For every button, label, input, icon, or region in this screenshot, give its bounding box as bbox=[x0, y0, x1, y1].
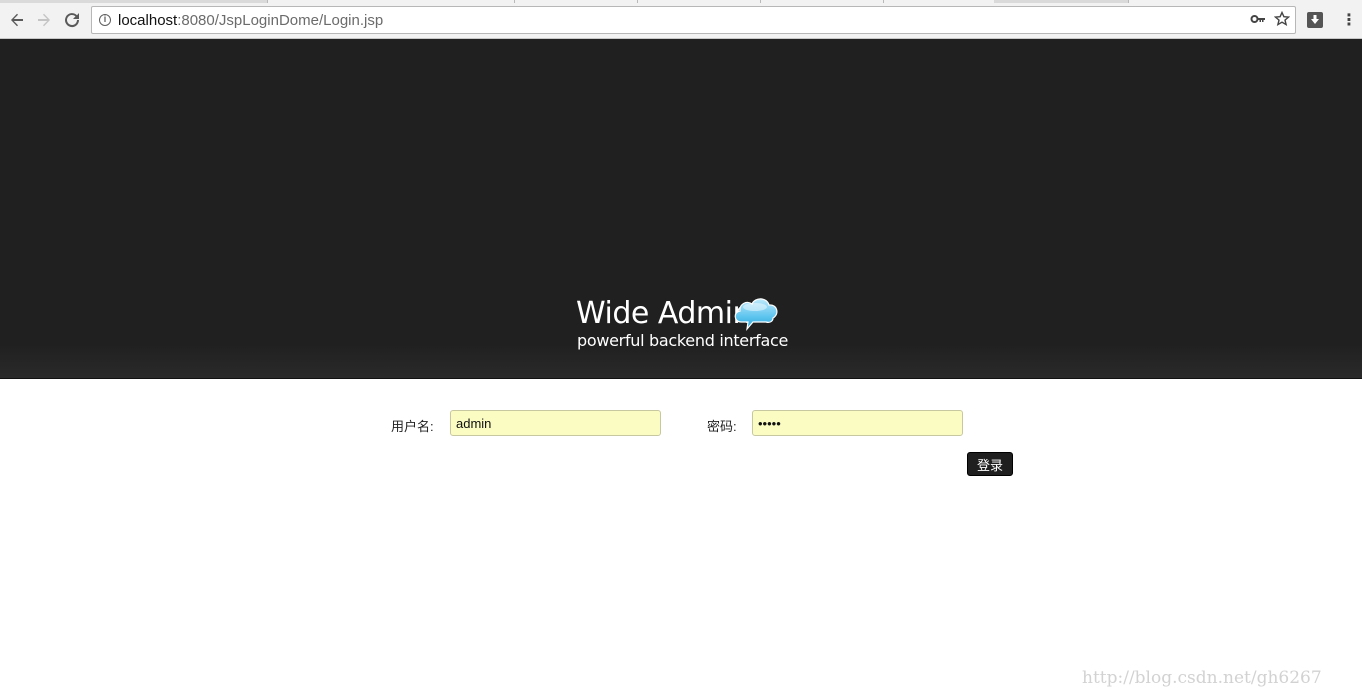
header-banner: Wide Admin powerful backend interface bbox=[0, 39, 1362, 379]
username-label: 用户名: bbox=[391, 419, 434, 434]
extension-icon[interactable] bbox=[1307, 12, 1323, 28]
logo: Wide Admin powerful backend interface bbox=[576, 296, 788, 352]
back-arrow-icon[interactable] bbox=[6, 9, 28, 31]
address-bar[interactable]: i localhost:8080/JspLoginDome/Login.jsp bbox=[91, 6, 1296, 34]
forward-arrow-icon[interactable] bbox=[33, 9, 55, 31]
url-path: :8080/JspLoginDome/Login.jsp bbox=[177, 12, 384, 29]
browser-toolbar: i localhost:8080/JspLoginDome/Login.jsp … bbox=[0, 3, 1362, 39]
password-label: 密码: bbox=[707, 419, 737, 434]
info-icon[interactable]: i bbox=[99, 14, 111, 26]
key-icon[interactable] bbox=[1250, 11, 1266, 31]
url-host: localhost bbox=[118, 12, 178, 29]
username-input[interactable] bbox=[450, 410, 661, 436]
menu-icon[interactable]: ⋮ bbox=[1341, 10, 1357, 30]
login-form: 用户名: 密码: bbox=[0, 408, 1362, 440]
star-icon[interactable] bbox=[1273, 10, 1291, 31]
logo-title: Wide Admin bbox=[576, 296, 752, 331]
login-button[interactable]: 登录 bbox=[967, 452, 1013, 476]
cloud-icon bbox=[734, 298, 778, 331]
password-input[interactable] bbox=[752, 410, 963, 436]
logo-subtitle: powerful backend interface bbox=[577, 331, 788, 350]
watermark: http://blog.csdn.net/gh6267 bbox=[1082, 668, 1322, 688]
reload-icon[interactable] bbox=[61, 9, 83, 31]
url-text[interactable]: localhost:8080/JspLoginDome/Login.jsp bbox=[118, 12, 383, 29]
